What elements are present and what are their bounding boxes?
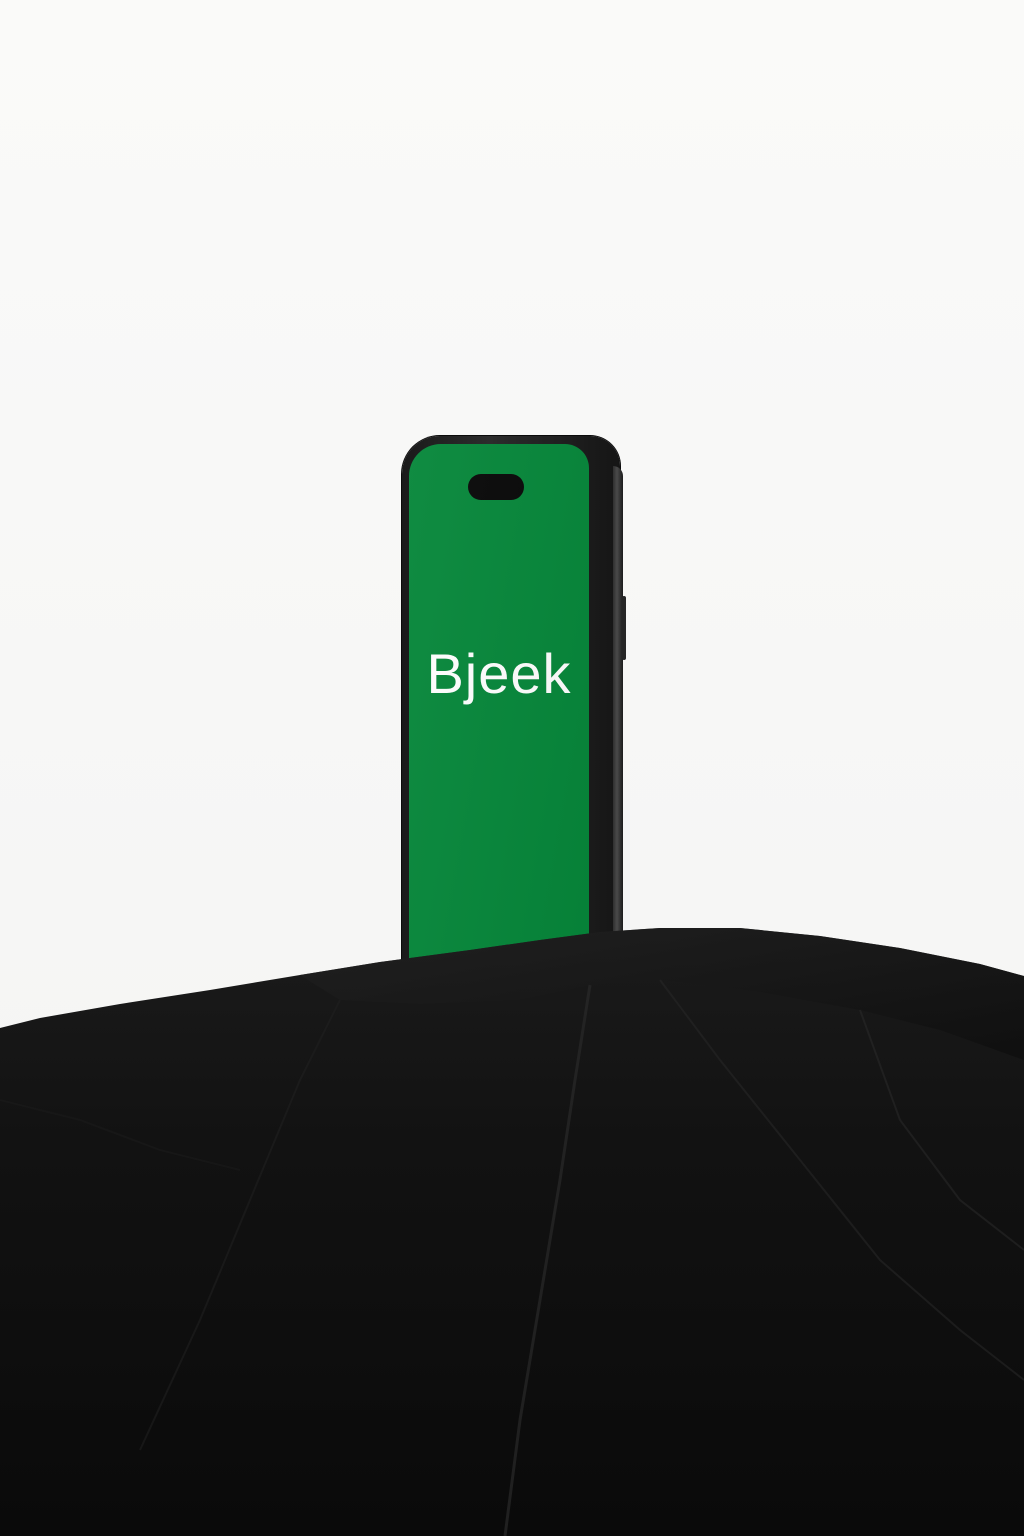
photo-scene: Bjeek <box>0 0 1024 1536</box>
black-rock <box>0 928 1024 1536</box>
